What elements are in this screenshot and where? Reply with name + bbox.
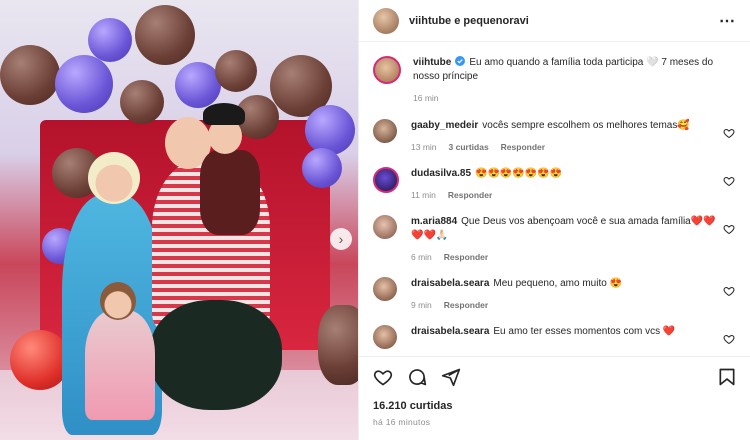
comment-time: 6 min [411, 252, 432, 262]
commenter-avatar[interactable] [373, 167, 399, 193]
person-man-pants [150, 300, 282, 410]
comment-text: Meu pequeno, amo muito 😍 [493, 278, 623, 289]
balloon [302, 148, 342, 188]
heart-icon[interactable] [723, 223, 735, 235]
balloon [55, 55, 113, 113]
verified-badge-icon [455, 56, 466, 66]
top-hat [203, 103, 245, 125]
comment-text: vocês sempre escolhem os melhores temas🥰 [482, 120, 690, 131]
reply-button[interactable]: Responder [444, 300, 488, 310]
comment-username[interactable]: m.aria884 [411, 216, 457, 227]
post-header: viihtube e pequenoravi ⋯ [359, 0, 750, 42]
balloon [318, 305, 358, 385]
heart-icon[interactable] [723, 285, 735, 297]
balloon [88, 18, 132, 62]
comment-text: Eu amo ter esses momentos com vcs ❤️ [493, 326, 676, 337]
reply-button[interactable]: Responder [444, 252, 488, 262]
owner-avatar[interactable] [373, 7, 399, 34]
heart-icon[interactable] [373, 367, 393, 387]
caption-username[interactable]: viihtube [413, 57, 451, 68]
owner-label[interactable]: viihtube e pequenoravi [409, 15, 529, 27]
heart-icon[interactable] [723, 175, 735, 187]
comment-username[interactable]: dudasilva.85 [411, 168, 471, 179]
balloon [135, 5, 195, 65]
balloon [0, 45, 60, 105]
next-photo-button[interactable]: › [330, 228, 352, 250]
caption: viihtube Eu amo quando a família toda par… [373, 56, 737, 103]
person-girl [85, 310, 155, 420]
comment-likes[interactable]: 3 curtidas [449, 142, 489, 152]
comment-time: 11 min [411, 190, 436, 200]
comment-time: 13 min [411, 142, 437, 152]
heart-icon[interactable] [723, 127, 735, 139]
person-head [88, 152, 140, 204]
balloon [215, 50, 257, 92]
comment-username[interactable]: draisabela.seara [411, 278, 489, 289]
person-head [100, 282, 136, 320]
post-actions [359, 356, 750, 396]
comment-item: gaaby_medeir vocês sempre escolhem os mel… [373, 119, 737, 152]
commenter-avatar[interactable] [373, 325, 397, 349]
comment-text: 😍😍😍😍😍😍😍 [475, 168, 563, 179]
bookmark-icon[interactable] [717, 367, 737, 387]
caption-avatar[interactable] [373, 56, 401, 84]
comment-username[interactable]: draisabela.seara [411, 326, 489, 337]
post-photo[interactable]: › [0, 0, 358, 440]
reply-button[interactable]: Responder [501, 142, 545, 152]
commenter-avatar[interactable] [373, 215, 397, 239]
balloon [305, 105, 355, 155]
comment-item: draisabela.seara Eu amo ter esses momento… [373, 325, 737, 349]
balloon [120, 80, 164, 124]
person-baby [200, 150, 260, 235]
comment-icon[interactable] [407, 367, 427, 387]
likes-count[interactable]: 16.210 curtidas [373, 400, 453, 412]
comment-username[interactable]: gaaby_medeir [411, 120, 478, 131]
commenter-avatar[interactable] [373, 119, 397, 143]
comment-item: dudasilva.85 😍😍😍😍😍😍😍 11 min Responder [373, 167, 737, 200]
comment-item: m.aria884 Que Deus vos abençoam você e su… [373, 215, 737, 262]
comments-list[interactable]: viihtube Eu amo quando a família toda par… [359, 42, 750, 356]
post-sidebar: viihtube e pequenoravi ⋯ viihtube Eu amo … [358, 0, 750, 440]
comment-item: draisabela.seara Meu pequeno, amo muito 😍… [373, 277, 737, 310]
share-icon[interactable] [441, 367, 461, 387]
commenter-avatar[interactable] [373, 277, 397, 301]
reply-button[interactable]: Responder [448, 190, 492, 200]
heart-icon[interactable] [723, 333, 735, 345]
caption-time: 16 min [413, 93, 439, 103]
more-options-icon[interactable]: ⋯ [719, 11, 736, 31]
balloon [10, 330, 70, 390]
comment-time: 9 min [411, 300, 432, 310]
post-time: há 16 minutos [373, 417, 431, 427]
chevron-right-icon: › [338, 231, 344, 247]
